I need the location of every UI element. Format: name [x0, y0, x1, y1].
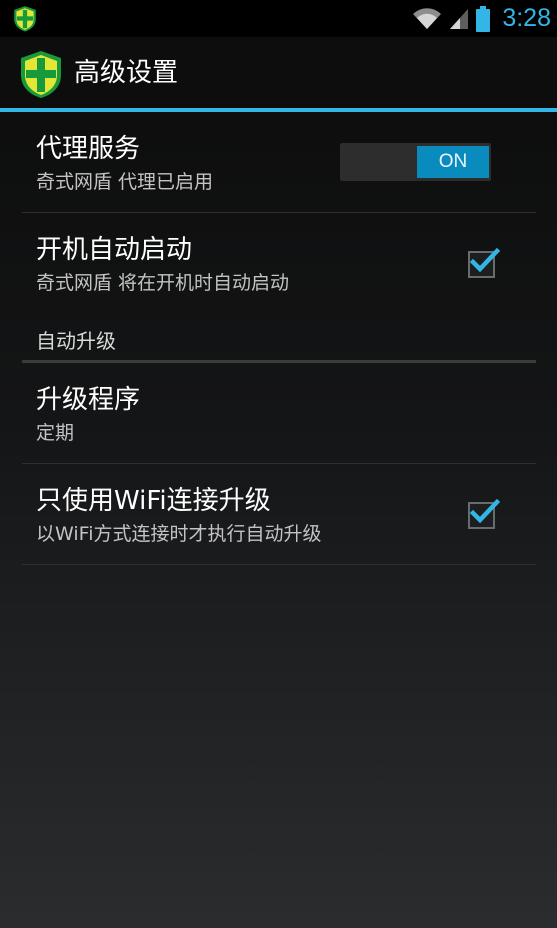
- pref-title: 代理服务: [36, 134, 141, 164]
- status-icons: 3:28: [412, 0, 551, 37]
- clock: 3:28: [502, 4, 551, 32]
- status-bar: 3:28: [0, 0, 557, 37]
- pref-wifi-only-upgrade[interactable]: 只使用WiFi连接升级 以WiFi方式连接时才执行自动升级: [22, 464, 536, 565]
- category-label: 自动升级: [36, 329, 116, 353]
- action-bar: 高级设置: [0, 37, 557, 108]
- switch-thumb: ON: [417, 146, 489, 178]
- page-title: 高级设置: [74, 58, 179, 88]
- wifi-icon: [413, 7, 442, 29]
- category-auto-upgrade: 自动升级: [22, 314, 536, 363]
- pref-title: 升级程序: [36, 385, 141, 415]
- battery-icon: [476, 5, 491, 32]
- auto-start-checkbox[interactable]: [468, 247, 500, 278]
- pref-summary: 奇式网盾 代理已启用: [36, 171, 214, 193]
- pref-upgrade-program[interactable]: 升级程序 定期: [22, 363, 536, 464]
- wifi-only-checkbox[interactable]: [468, 498, 500, 529]
- app-shield-icon[interactable]: [18, 49, 64, 99]
- pref-title: 开机自动启动: [36, 235, 193, 265]
- app-shield-icon: [14, 6, 36, 32]
- checkmark-icon: [469, 247, 500, 273]
- pref-auto-start[interactable]: 开机自动启动 奇式网盾 将在开机时自动启动: [22, 213, 536, 314]
- switch-state-label: ON: [438, 151, 468, 172]
- checkmark-icon: [469, 498, 500, 524]
- cell-signal-icon: [450, 8, 469, 29]
- pref-proxy-service[interactable]: 代理服务 奇式网盾 代理已启用 ON: [22, 112, 536, 213]
- pref-summary: 奇式网盾 将在开机时自动启动: [36, 272, 290, 294]
- proxy-service-switch[interactable]: ON: [340, 143, 491, 181]
- pref-summary: 定期: [36, 422, 75, 444]
- preference-list: 代理服务 奇式网盾 代理已启用 ON 开机自动启动 奇式网盾 将在开机时自动启动…: [22, 112, 536, 565]
- pref-title: 只使用WiFi连接升级: [36, 486, 271, 516]
- pref-summary: 以WiFi方式连接时才执行自动升级: [36, 523, 322, 545]
